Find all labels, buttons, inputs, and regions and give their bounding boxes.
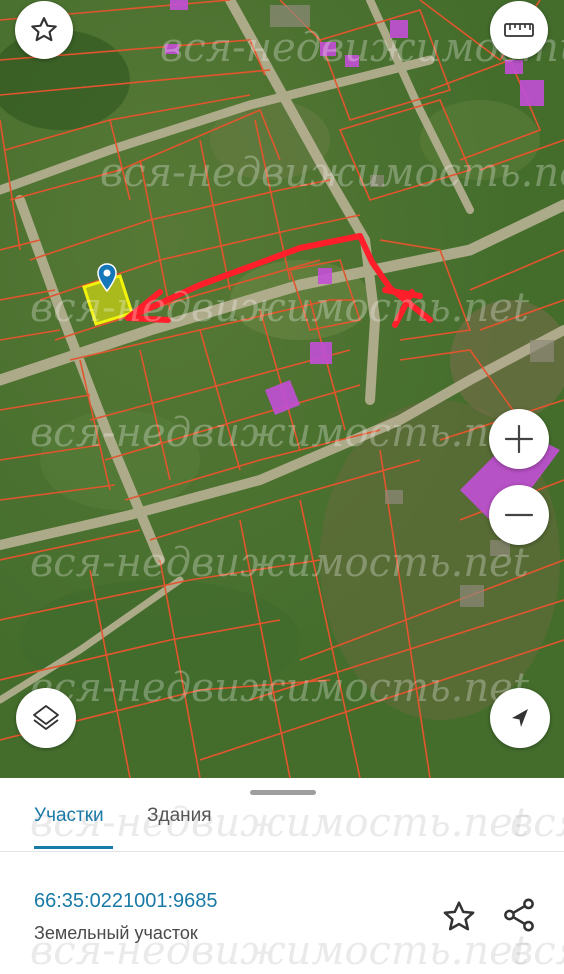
watermark: вся-недвижимость.net — [510, 800, 564, 846]
navigation-arrow-icon — [512, 709, 528, 727]
zoom-in-button[interactable] — [489, 409, 549, 469]
star-outline-icon[interactable] — [441, 899, 477, 935]
parcel-type: Земельный участок — [34, 923, 198, 943]
map-view[interactable]: вся-недвижимость.net вся-недвижимость.ne… — [0, 0, 564, 778]
locate-button[interactable] — [490, 688, 550, 748]
tab-buildings[interactable]: Здания — [147, 805, 212, 827]
star-outline-icon — [31, 17, 57, 42]
plus-icon — [504, 424, 534, 454]
watermark: вся-недвижимость.net — [30, 800, 529, 846]
satellite-map[interactable] — [0, 0, 564, 778]
map-pin-icon[interactable] — [96, 263, 118, 293]
bottom-sheet: вся-недвижимость.net вся-недвижимость.ne… — [0, 778, 564, 974]
share-icon[interactable] — [500, 896, 538, 934]
tab-parcels[interactable]: Участки — [34, 805, 104, 827]
favorite-map-button[interactable] — [15, 1, 73, 59]
drag-handle[interactable] — [250, 790, 316, 795]
ruler-icon — [504, 23, 534, 37]
divider — [0, 851, 564, 852]
cadastral-number[interactable]: 66:35:0221001:9685 — [34, 890, 218, 913]
watermark: вся-недвижимость.net — [510, 928, 564, 974]
zoom-out-button[interactable] — [489, 485, 549, 545]
active-tab-indicator — [34, 846, 113, 849]
minus-icon — [504, 513, 534, 517]
ruler-button[interactable] — [490, 1, 548, 59]
layers-button[interactable] — [16, 688, 76, 748]
layers-icon — [33, 705, 59, 730]
